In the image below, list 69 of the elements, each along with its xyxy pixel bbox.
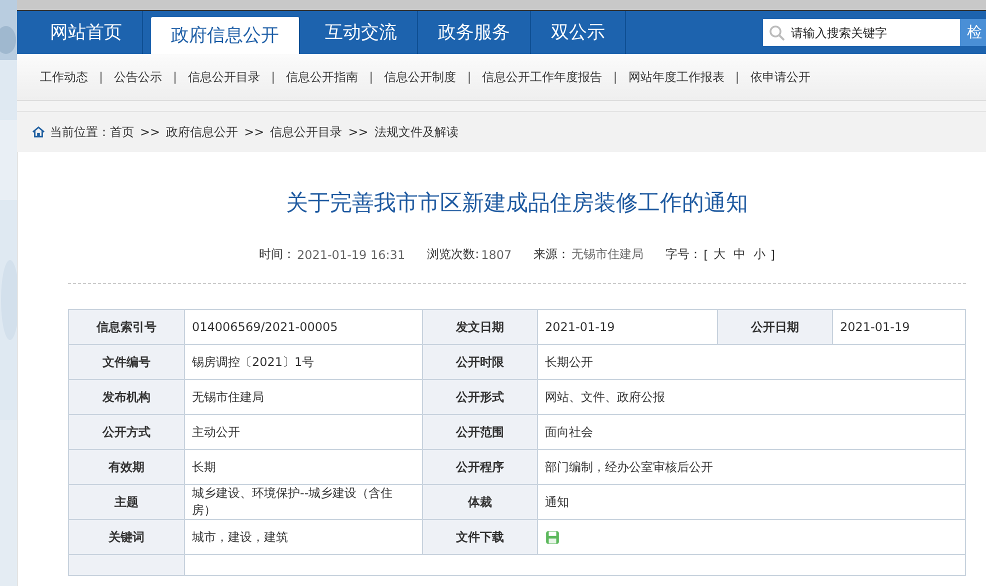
table-header-cell: 信息索引号 xyxy=(68,310,184,344)
table-header-cell: 公开形式 xyxy=(422,380,538,414)
table-header-cell: 发文日期 xyxy=(422,310,538,344)
separator: | xyxy=(173,70,178,84)
subnav-link[interactable]: 信息公开指南 xyxy=(286,68,358,86)
separator: | xyxy=(467,70,472,84)
breadcrumb-link[interactable]: 首页 xyxy=(110,124,134,140)
font-size-link[interactable]: 中 xyxy=(733,246,746,263)
breadcrumb-link[interactable]: 法规文件及解读 xyxy=(374,124,458,140)
table-cell: 通知 xyxy=(538,484,966,520)
subnav-link[interactable]: 信息公开制度 xyxy=(384,68,456,86)
separator: | xyxy=(99,70,104,84)
subnav-link[interactable]: 网站年度工作报表 xyxy=(628,68,724,86)
breadcrumb-separator: >> xyxy=(140,125,160,139)
table-header-cell: 文件下载 xyxy=(422,520,538,554)
table-header-cell: 公开日期 xyxy=(718,310,832,344)
nav-tab[interactable]: 政府信息公开 xyxy=(151,17,300,54)
search-field[interactable]: 请输入搜索关键字 xyxy=(763,19,960,46)
table-cell: 014006569/2021-00005 xyxy=(184,310,422,344)
breadcrumb-link[interactable]: 政府信息公开 xyxy=(166,124,238,140)
separator: | xyxy=(613,70,618,84)
subnav-link[interactable]: 信息公开工作年度报告 xyxy=(482,68,602,86)
table-cell: 2021-01-19 xyxy=(538,310,718,344)
breadcrumb-separator: >> xyxy=(244,125,264,139)
subnav-link[interactable]: 公告公示 xyxy=(114,68,162,86)
table-header-cell: 文件编号 xyxy=(68,344,184,380)
table-header-cell: 公开程序 xyxy=(422,450,538,484)
meta-label: 来源： xyxy=(534,246,570,263)
separator: | xyxy=(271,70,276,84)
table-cell: 锡房调控〔2021〕1号 xyxy=(184,344,422,380)
breadcrumb-link[interactable]: 信息公开目录 xyxy=(270,124,342,140)
meta-label: 浏览次数: xyxy=(427,246,480,263)
table-header-cell: 公开方式 xyxy=(68,414,184,450)
breadcrumb-label: 当前位置： xyxy=(50,124,110,140)
table-header-cell: 公开时限 xyxy=(422,344,538,380)
font-size-link[interactable]: 大 xyxy=(713,246,726,263)
table-header-cell: 发布机构 xyxy=(68,380,184,414)
breadcrumb-separator: >> xyxy=(348,125,368,139)
table-cell: 部门编制，经办公室审核后公开 xyxy=(538,450,966,484)
meta-value: 2021-01-19 16:31 xyxy=(296,248,406,262)
table-cell: 城市，建设，建筑 xyxy=(184,520,422,554)
article-title: 关于完善我市市区新建成品住房装修工作的通知 xyxy=(285,190,749,218)
separator: | xyxy=(735,70,740,84)
bracket: ] xyxy=(770,248,776,262)
subnav-link[interactable]: 信息公开目录 xyxy=(188,68,260,86)
table-cell: 2021-01-19 xyxy=(832,310,966,344)
font-size-link[interactable]: 小 xyxy=(753,246,766,263)
table-cell: 长期公开 xyxy=(538,344,966,380)
table-header-cell: 有效期 xyxy=(68,450,184,484)
meta-label: 字号： xyxy=(666,246,702,263)
table-cell: 城乡建设、环境保护--城乡建设（含住房） xyxy=(184,484,422,520)
separator: | xyxy=(369,70,374,84)
table-cell: 无锡市住建局 xyxy=(184,380,422,414)
table-cell: 面向社会 xyxy=(538,414,966,450)
meta-value: 1807 xyxy=(481,248,512,262)
table-header-cell: 关键词 xyxy=(68,520,184,554)
meta-value: 无锡市住建局 xyxy=(572,246,644,263)
table-cell: 网站、文件、政府公报 xyxy=(538,380,966,414)
subnav-link[interactable]: 工作动态 xyxy=(40,68,88,86)
bracket: [ xyxy=(704,248,708,262)
table-header-cell: 体裁 xyxy=(422,484,538,520)
table-cell: 长期 xyxy=(184,450,422,484)
table-cell: 主动公开 xyxy=(184,414,422,450)
home-icon xyxy=(32,126,45,138)
table-header-cell: 主题 xyxy=(68,484,184,520)
save-icon[interactable] xyxy=(545,530,560,544)
meta-label: 时间： xyxy=(258,246,295,263)
subnav-link[interactable]: 依申请公开 xyxy=(750,68,810,86)
table-header-cell: 公开范围 xyxy=(422,414,538,450)
